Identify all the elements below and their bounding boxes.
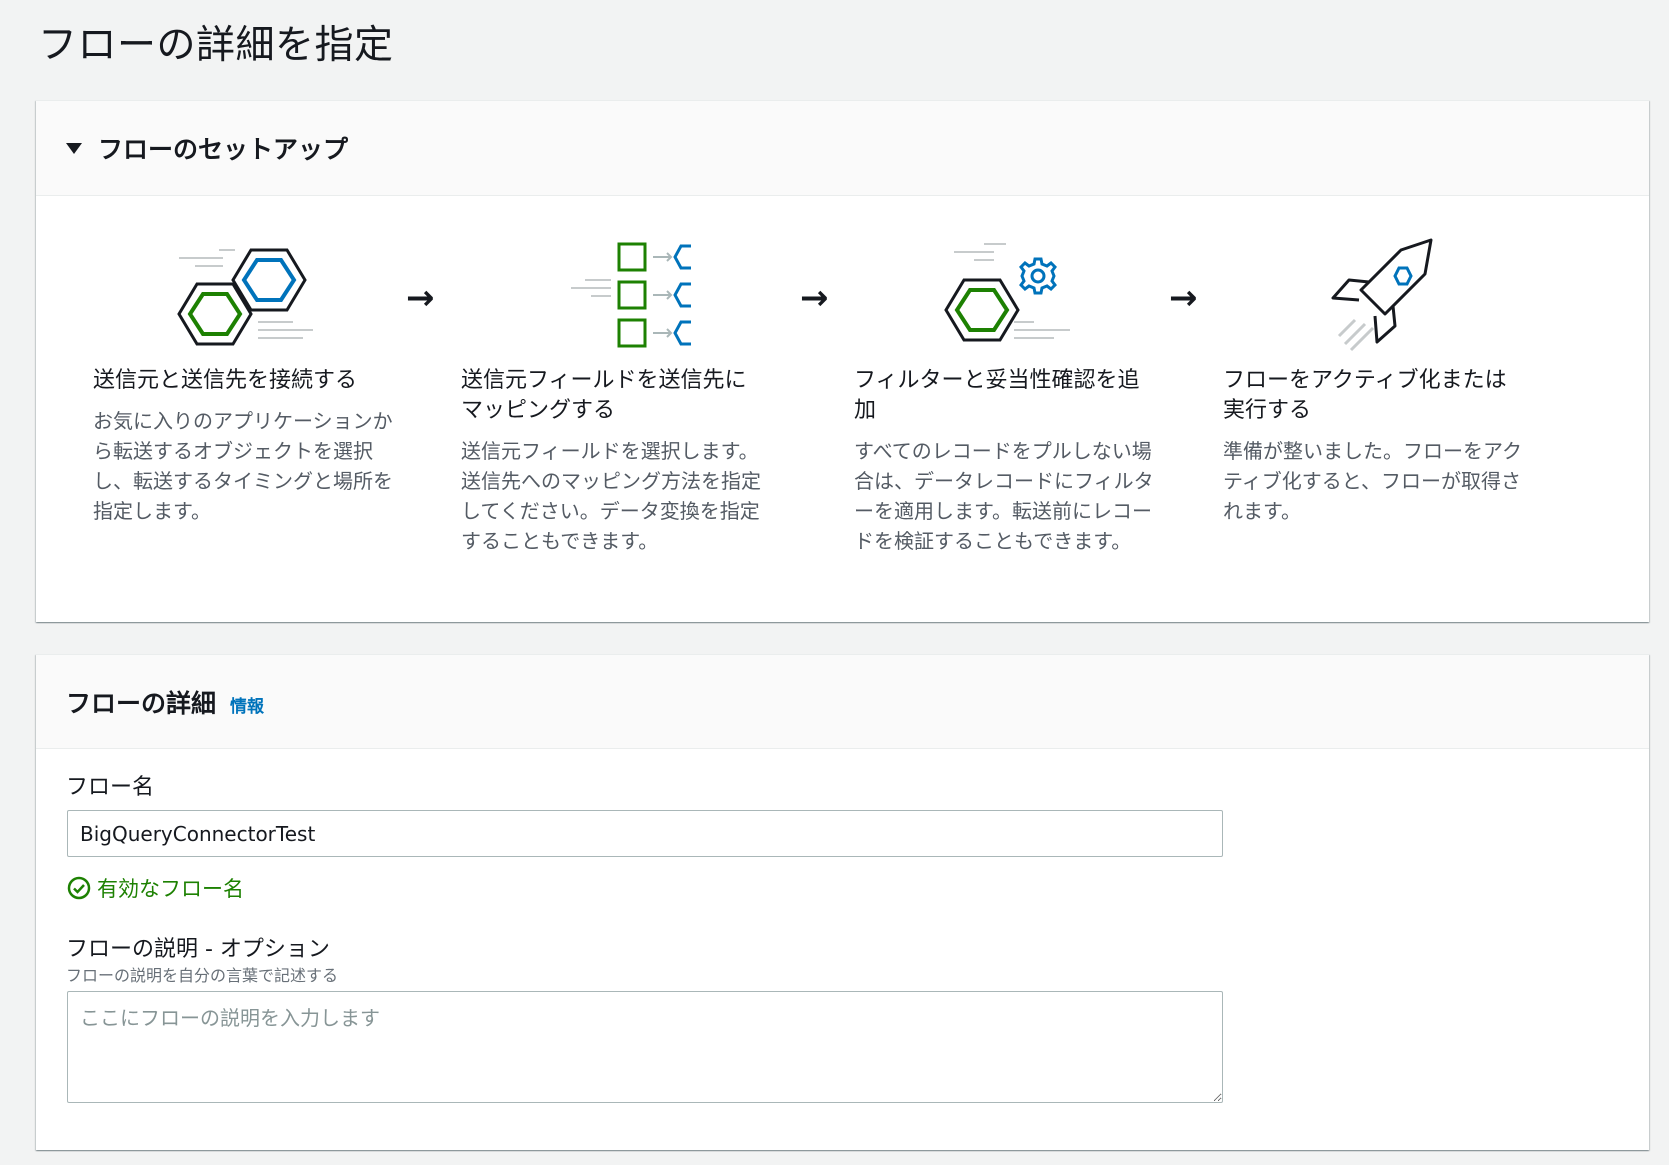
page-title: フローの詳細を指定: [38, 23, 394, 68]
step-description: 送信元フィールドを選択します。送信先へのマッピング方法を指定してください。データ…: [461, 439, 761, 553]
description-textarea[interactable]: [67, 991, 1223, 1103]
filter-gear-icon: [944, 243, 1070, 342]
step-title: 送信元と送信先を接続する: [93, 368, 358, 393]
flow-name-input[interactable]: [67, 810, 1223, 857]
step-description: 準備が整いました。フローをアクティブ化すると、フローが取得されます。: [1223, 439, 1522, 523]
flow-setup-title: フローのセットアップ: [98, 135, 349, 164]
step-description: お気に入りのアプリケーションから転送するオブジェクトを選択し、転送するタイミング…: [93, 409, 393, 523]
description-hint: フローの説明を自分の言葉で記述する: [66, 966, 339, 985]
collapse-caret-icon[interactable]: [66, 142, 82, 154]
arrow-icon: →: [800, 278, 829, 318]
arrow-icon: →: [406, 278, 435, 318]
step-description: すべてのレコードをプルしない場合は、データレコードにフィルターを適用します。転送…: [854, 439, 1154, 553]
validation-message: 有効なフロー名: [67, 873, 244, 903]
step-title: 送信元フィールドを送信先にマッピングする: [461, 368, 747, 423]
arrow-icon: →: [1169, 278, 1198, 318]
flow-details-title: フローの詳細: [66, 688, 217, 718]
flow-details-panel: フローの詳細 情報 フロー名 有効なフロー名 フローの説明 - オプション フロ…: [36, 654, 1649, 1150]
setup-steps: 送信元と送信先を接続する お気に入りのアプリケーションから転送するオブジェクトを…: [36, 196, 1649, 622]
field-mapping-icon: [571, 242, 691, 348]
connect-hexagons-icon: [177, 248, 313, 346]
validation-text: 有効なフロー名: [97, 877, 244, 901]
flow-name-label: フロー名: [66, 775, 155, 800]
flow-setup-panel: フローのセットアップ 送信元と送信先を接続する お気に入りのアプリケーションから…: [36, 100, 1649, 622]
flow-setup-header[interactable]: フローのセットアップ: [36, 101, 1649, 196]
check-circle-icon: [67, 876, 91, 900]
flow-details-header: フローの詳細 情報: [36, 655, 1649, 749]
description-label: フローの説明 - オプション: [66, 937, 330, 962]
step-title: フィルターと妥当性確認を追加: [854, 368, 1140, 423]
info-link[interactable]: 情報: [230, 692, 264, 717]
step-title: フローをアクティブ化または実行する: [1223, 368, 1507, 423]
rocket-icon: [1331, 238, 1433, 352]
